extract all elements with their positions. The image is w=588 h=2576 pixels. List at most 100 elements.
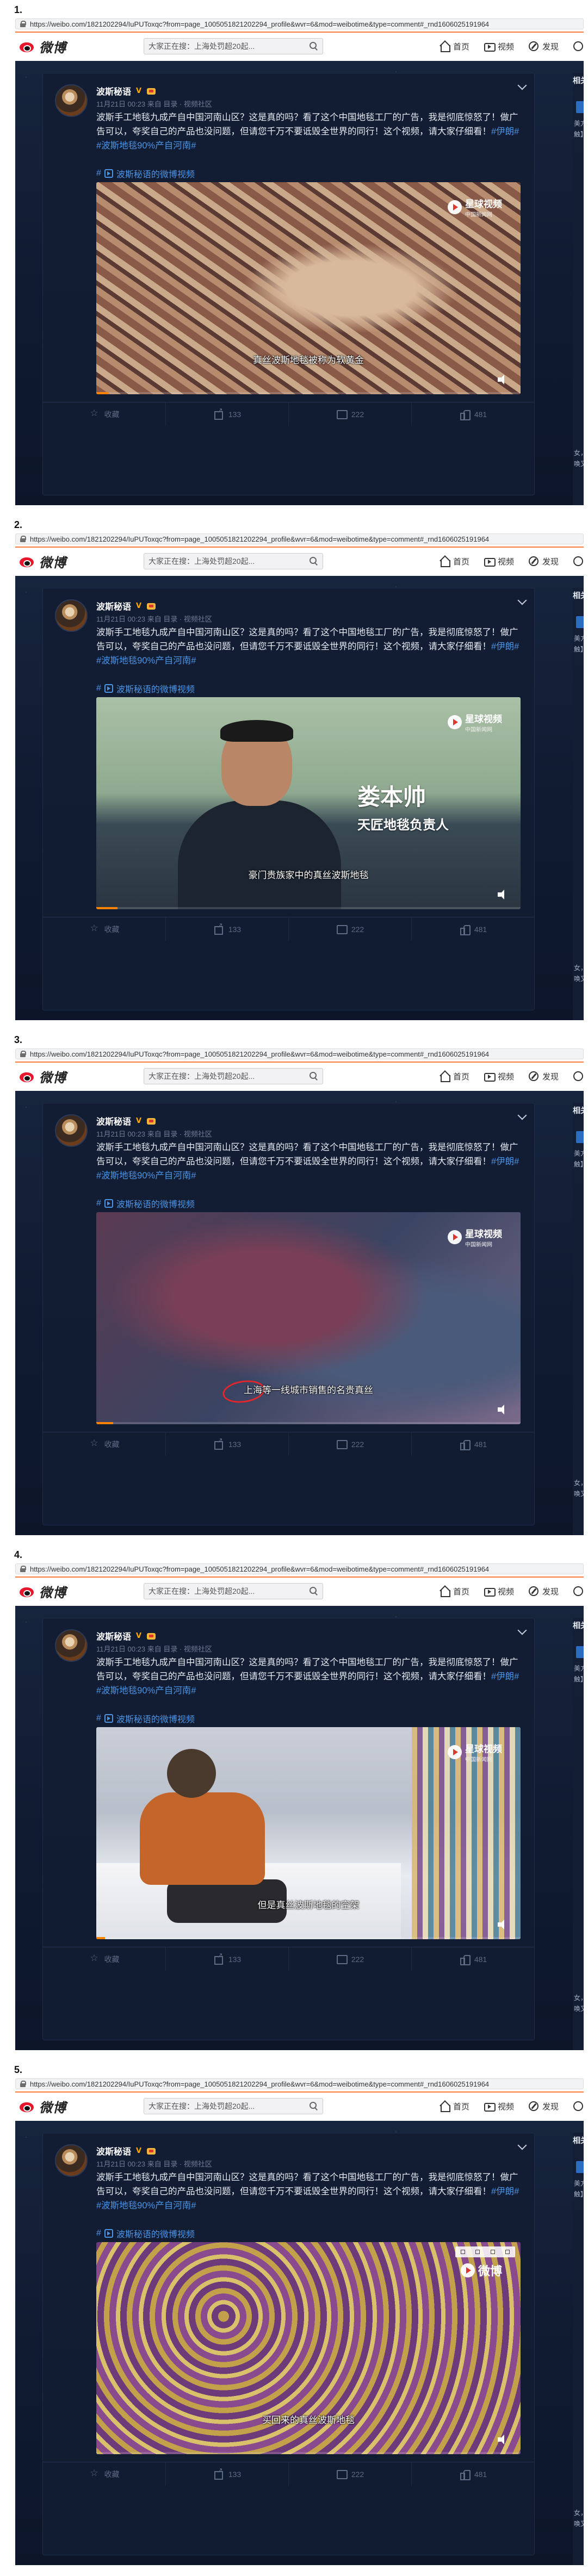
nav-discover[interactable]: 发现 bbox=[528, 1586, 559, 1597]
share-button[interactable]: 133 bbox=[166, 917, 289, 941]
like-button[interactable]: 481 bbox=[412, 1947, 534, 1971]
related-snippet[interactable]: 触】 bbox=[574, 129, 584, 139]
nav-home[interactable]: 首页 bbox=[439, 2101, 469, 2112]
search-input[interactable]: 大家正在搜：上海处罚超20起... bbox=[148, 41, 310, 52]
search-icon[interactable] bbox=[310, 42, 318, 51]
related-snippet[interactable]: 唤又 bbox=[574, 2004, 584, 2013]
favorite-button[interactable]: 收藏 bbox=[43, 1947, 166, 1971]
author-name[interactable]: 波斯秘语 bbox=[96, 1114, 131, 1127]
volume-icon[interactable] bbox=[498, 1920, 509, 1929]
comment-button[interactable]: 222 bbox=[289, 1947, 412, 1971]
volume-icon[interactable] bbox=[498, 2435, 509, 2444]
volume-icon[interactable] bbox=[498, 375, 509, 384]
video-progress[interactable] bbox=[96, 1937, 521, 1939]
related-thumb[interactable] bbox=[576, 1646, 584, 1658]
address-bar[interactable]: https://weibo.com/1821202294/IuPUToxqc?f… bbox=[15, 1563, 584, 1574]
nav-home[interactable]: 首页 bbox=[439, 1586, 469, 1597]
avatar[interactable] bbox=[55, 599, 88, 632]
related-thumb[interactable] bbox=[576, 101, 584, 113]
chevron-down-icon[interactable] bbox=[517, 1625, 527, 1635]
nav-game[interactable] bbox=[573, 556, 584, 567]
search-input[interactable]: 大家正在搜：上海处罚超20起... bbox=[148, 1071, 310, 1082]
nav-game[interactable] bbox=[573, 1586, 584, 1597]
related-snippet[interactable]: 触】 bbox=[574, 2189, 584, 2199]
url-text[interactable]: https://weibo.com/1821202294/IuPUToxqc?f… bbox=[30, 20, 489, 28]
nav-discover[interactable]: 发现 bbox=[528, 556, 559, 567]
nav-discover[interactable]: 发现 bbox=[528, 1071, 559, 1082]
favorite-button[interactable]: 收藏 bbox=[43, 1432, 166, 1456]
related-snippet[interactable]: 唤又 bbox=[574, 459, 584, 468]
search-input[interactable]: 大家正在搜：上海处罚超20起... bbox=[148, 1586, 310, 1597]
nav-discover[interactable]: 发现 bbox=[528, 41, 559, 52]
video-player[interactable]: 星球视频 中国新闻网 但是真丝波斯地毯的空架 bbox=[96, 1727, 521, 1939]
url-text[interactable]: https://weibo.com/1821202294/IuPUToxqc?f… bbox=[30, 2080, 489, 2088]
related-snippet[interactable]: 触】 bbox=[574, 1674, 584, 1684]
video-link-label[interactable]: 波斯秘语的微博视频 bbox=[116, 1197, 195, 1210]
search-input[interactable]: 大家正在搜：上海处罚超20起... bbox=[148, 556, 310, 567]
video-player[interactable]: 星球视频 中国新闻网 上海等一线城市销售的名贵真丝 bbox=[96, 1212, 521, 1424]
author-name[interactable]: 波斯秘语 bbox=[96, 1629, 131, 1642]
weibo-logo[interactable]: 微博 bbox=[18, 37, 127, 56]
video-link[interactable]: # 波斯秘语的微博视频 bbox=[96, 2227, 195, 2240]
video-progress[interactable] bbox=[96, 1422, 521, 1424]
url-text[interactable]: https://weibo.com/1821202294/IuPUToxqc?f… bbox=[30, 1050, 489, 1058]
related-snippet[interactable]: 女， bbox=[574, 1993, 584, 2002]
related-snippet[interactable]: 美方 bbox=[574, 119, 584, 128]
share-button[interactable]: 133 bbox=[166, 402, 289, 426]
related-thumb[interactable] bbox=[576, 2161, 584, 2173]
like-button[interactable]: 481 bbox=[412, 402, 534, 426]
related-snippet[interactable]: 触】 bbox=[574, 644, 584, 654]
nav-game[interactable] bbox=[573, 41, 584, 52]
related-snippet[interactable]: 美方 bbox=[574, 1663, 584, 1673]
comment-button[interactable]: 222 bbox=[289, 917, 412, 941]
search-box[interactable]: 大家正在搜：上海处罚超20起... bbox=[144, 2098, 323, 2114]
nav-video[interactable]: 视频 bbox=[484, 556, 514, 567]
related-snippet[interactable]: 唤又 bbox=[574, 1489, 584, 1498]
comment-button[interactable]: 222 bbox=[289, 2462, 412, 2486]
video-progress[interactable] bbox=[96, 2452, 521, 2454]
avatar[interactable] bbox=[55, 1114, 88, 1147]
video-player[interactable]: 娄本帅 天匠地毯负责人 星球视频 中国新闻网 豪门贵族家中的真丝波斯地毯 bbox=[96, 697, 521, 909]
search-box[interactable]: 大家正在搜：上海处罚超20起... bbox=[144, 553, 323, 569]
nav-home[interactable]: 首页 bbox=[439, 556, 469, 567]
nav-discover[interactable]: 发现 bbox=[528, 2101, 559, 2112]
chevron-down-icon[interactable] bbox=[517, 595, 527, 605]
related-snippet[interactable]: 美方 bbox=[574, 2178, 584, 2188]
volume-icon[interactable] bbox=[498, 890, 509, 899]
video-link-label[interactable]: 波斯秘语的微博视频 bbox=[116, 1712, 195, 1725]
avatar[interactable] bbox=[55, 2144, 88, 2177]
address-bar[interactable]: https://weibo.com/1821202294/IuPUToxqc?f… bbox=[15, 1048, 584, 1059]
avatar[interactable] bbox=[55, 84, 88, 117]
author-name[interactable]: 波斯秘语 bbox=[96, 2144, 131, 2157]
search-input[interactable]: 大家正在搜：上海处罚超20起... bbox=[148, 2101, 310, 2112]
address-bar[interactable]: https://weibo.com/1821202294/IuPUToxqc?f… bbox=[15, 533, 584, 544]
video-progress[interactable] bbox=[96, 907, 521, 909]
search-icon[interactable] bbox=[310, 1587, 318, 1596]
comment-button[interactable]: 222 bbox=[289, 1432, 412, 1456]
video-link[interactable]: # 波斯秘语的微博视频 bbox=[96, 167, 195, 180]
search-icon[interactable] bbox=[310, 557, 318, 566]
search-icon[interactable] bbox=[310, 2102, 318, 2111]
related-snippet[interactable]: 唤又 bbox=[574, 2519, 584, 2528]
share-button[interactable]: 133 bbox=[166, 1432, 289, 1456]
favorite-button[interactable]: 收藏 bbox=[43, 402, 166, 426]
video-link[interactable]: # 波斯秘语的微博视频 bbox=[96, 1712, 195, 1725]
nav-video[interactable]: 视频 bbox=[484, 1071, 514, 1082]
video-link-label[interactable]: 波斯秘语的微博视频 bbox=[116, 2227, 195, 2240]
video-link-label[interactable]: 波斯秘语的微博视频 bbox=[116, 682, 195, 695]
search-box[interactable]: 大家正在搜：上海处罚超20起... bbox=[144, 1583, 323, 1599]
comment-button[interactable]: 222 bbox=[289, 402, 412, 426]
url-text[interactable]: https://weibo.com/1821202294/IuPUToxqc?f… bbox=[30, 1565, 489, 1573]
nav-video[interactable]: 视频 bbox=[484, 2101, 514, 2112]
video-link[interactable]: # 波斯秘语的微博视频 bbox=[96, 1197, 195, 1210]
search-box[interactable]: 大家正在搜：上海处罚超20起... bbox=[144, 38, 323, 54]
related-snippet[interactable]: 美方 bbox=[574, 1149, 584, 1158]
share-button[interactable]: 133 bbox=[166, 2462, 289, 2486]
address-bar[interactable]: https://weibo.com/1821202294/IuPUToxqc?f… bbox=[15, 2078, 584, 2089]
url-text[interactable]: https://weibo.com/1821202294/IuPUToxqc?f… bbox=[30, 535, 489, 543]
address-bar[interactable]: https://weibo.com/1821202294/IuPUToxqc?f… bbox=[15, 18, 584, 29]
related-snippet[interactable]: 女， bbox=[574, 1478, 584, 1487]
nav-video[interactable]: 视频 bbox=[484, 41, 514, 52]
search-icon[interactable] bbox=[310, 1072, 318, 1081]
weibo-logo[interactable]: 微博 bbox=[18, 2097, 127, 2116]
